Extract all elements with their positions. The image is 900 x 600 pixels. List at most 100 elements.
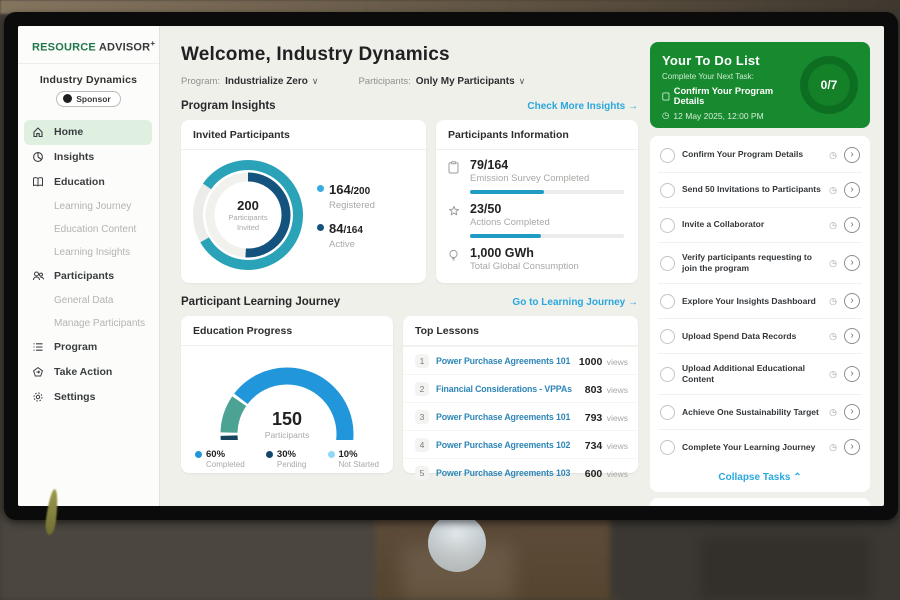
gauge-value-label: Participants [212, 430, 362, 440]
task-row-upload-educational-content[interactable]: Upload Additional Educational Content ◷ … [658, 354, 862, 395]
sidebar-item-learning-insights[interactable]: Learning Insights [18, 241, 159, 264]
actions-icon [448, 202, 461, 238]
clock-icon: ◷ [829, 443, 837, 452]
todo-summary-card: Your To Do List Complete Your Next Task:… [650, 42, 870, 128]
sidebar-subitem-label: Learning Insights [54, 247, 130, 258]
sidebar-item-take-action[interactable]: Take Action [18, 360, 159, 385]
lesson-link[interactable]: Financial Considerations - VPPAs [436, 384, 578, 394]
collapse-tasks-link[interactable]: Collapse Tasks ⌃ [658, 464, 862, 492]
sidebar-item-program[interactable]: Program [18, 335, 159, 360]
legend-item-active: 84/164 Active [317, 220, 375, 250]
task-open-button[interactable]: › [844, 293, 860, 309]
invited-count-label: Participants Invited [228, 213, 267, 233]
task-open-button[interactable]: › [844, 182, 860, 198]
todo-due-label: 12 May 2025, 12:00 PM [673, 111, 763, 121]
clock-icon: ◷ [829, 370, 837, 379]
task-checkbox[interactable] [660, 440, 675, 455]
sidebar-item-participants[interactable]: Participants [18, 264, 159, 289]
task-row-complete-learning-journey[interactable]: Complete Your Learning Journey ◷ › [658, 430, 862, 464]
chevron-down-icon: ∨ [312, 76, 319, 86]
todo-next-task[interactable]: Confirm Your Program Details [650, 81, 802, 106]
todo-progress-ring: 0/7 [800, 56, 858, 114]
org-name: Industry Dynamics [18, 74, 159, 86]
lesson-rank: 3 [415, 410, 429, 424]
sponsor-badge[interactable]: Sponsor [56, 91, 120, 107]
task-row-confirm-program[interactable]: Confirm Your Program Details ◷ › [658, 138, 862, 173]
task-checkbox[interactable] [660, 329, 675, 344]
sponsor-badge-label: Sponsor [76, 94, 110, 104]
task-open-button[interactable]: › [844, 255, 860, 271]
task-checkbox[interactable] [660, 405, 675, 420]
education-progress-card: Education Progress 150 Participants [181, 316, 393, 473]
arrow-right-icon: → [628, 297, 638, 308]
go-to-learning-journey-link[interactable]: Go to Learning Journey → [512, 297, 638, 308]
sidebar-item-settings[interactable]: Settings [18, 385, 159, 410]
task-row-verify-participants[interactable]: Verify participants requesting to join t… [658, 243, 862, 284]
task-doc-icon [662, 92, 670, 101]
sidebar-subitem-label: Learning Journey [54, 201, 131, 212]
lesson-rank: 5 [415, 466, 429, 480]
task-open-button[interactable]: › [844, 404, 860, 420]
lesson-row: 1 Power Purchase Agreements 101 1000 vie… [403, 346, 638, 374]
task-open-button[interactable]: › [844, 366, 860, 382]
lesson-link[interactable]: Power Purchase Agreements 103 [436, 468, 578, 478]
task-row-invite-collaborator[interactable]: Invite a Collaborator ◷ › [658, 208, 862, 243]
task-checkbox[interactable] [660, 148, 675, 163]
monitor-bezel: RESOURCE ADVISOR+ Industry Dynamics Spon… [4, 12, 898, 520]
app-logo[interactable]: RESOURCE ADVISOR+ [18, 26, 159, 64]
lesson-link[interactable]: Power Purchase Agreements 101 [436, 412, 578, 422]
lesson-rank: 4 [415, 438, 429, 452]
check-more-insights-link[interactable]: Check More Insights → [527, 101, 638, 112]
task-open-button[interactable]: › [844, 147, 860, 163]
sponsor-icon [63, 94, 72, 103]
task-checkbox[interactable] [660, 294, 675, 309]
todo-task-list: Confirm Your Program Details ◷ › Send 50… [650, 136, 870, 492]
sidebar-item-label: Participants [54, 270, 114, 282]
participants-filter[interactable]: Participants:Only My Participants∨ [358, 76, 525, 87]
app-screen: RESOURCE ADVISOR+ Industry Dynamics Spon… [18, 26, 884, 506]
education-book-icon [32, 176, 46, 188]
task-row-achieve-target[interactable]: Achieve One Sustainability Target ◷ › [658, 395, 862, 430]
task-checkbox[interactable] [660, 218, 675, 233]
task-row-send-invitations[interactable]: Send 50 Invitations to Participants ◷ › [658, 173, 862, 208]
lesson-row: 3 Power Purchase Agreements 101 793 view… [403, 402, 638, 430]
home-icon [32, 126, 46, 138]
sidebar-item-education-content[interactable]: Education Content [18, 218, 159, 241]
settings-gear-icon [32, 391, 46, 403]
sidebar-item-education[interactable]: Education [18, 170, 159, 195]
task-open-button[interactable]: › [844, 217, 860, 233]
take-action-icon [32, 366, 46, 378]
stat-emission-survey: 79/164 Emission Survey Completed [436, 150, 638, 194]
section-title: Participant Learning Journey [181, 296, 340, 308]
gauge-center-label: 150 Participants [212, 410, 362, 440]
task-checkbox[interactable] [660, 367, 675, 382]
invited-legend: 164/200 Registered 84/164 Active [317, 172, 375, 259]
sidebar-item-general-data[interactable]: General Data [18, 289, 159, 312]
todo-panel: Your To Do List Complete Your Next Task:… [650, 42, 870, 506]
task-checkbox[interactable] [660, 256, 675, 271]
learning-journey-header: Participant Learning Journey Go to Learn… [181, 296, 638, 308]
sidebar-item-home[interactable]: Home [24, 120, 152, 145]
lesson-views: 793 views [585, 408, 628, 426]
not-started-dot-icon [328, 451, 335, 458]
program-filter[interactable]: Program:Industrialize Zero∨ [181, 76, 318, 87]
chevron-down-icon: ∨ [519, 76, 526, 86]
sidebar-item-learning-journey[interactable]: Learning Journey [18, 195, 159, 218]
program-insights-cards: Invited Participants 200 Participant [181, 120, 638, 283]
stat-actions-completed: 23/50 Actions Completed [436, 194, 638, 238]
link-label: Check More Insights [527, 101, 625, 112]
chevron-right-icon: › [850, 257, 853, 268]
task-open-button[interactable]: › [844, 439, 860, 455]
task-label: Send 50 Invitations to Participants [682, 184, 822, 195]
task-row-explore-insights[interactable]: Explore Your Insights Dashboard ◷ › [658, 284, 862, 319]
task-open-button[interactable]: › [844, 328, 860, 344]
active-label: Active [329, 239, 363, 250]
clock-icon: ◷ [829, 408, 837, 417]
lesson-link[interactable]: Power Purchase Agreements 102 [436, 440, 578, 450]
sidebar-item-insights[interactable]: Insights [18, 145, 159, 170]
task-checkbox[interactable] [660, 183, 675, 198]
task-row-upload-spend-data[interactable]: Upload Spend Data Records ◷ › [658, 319, 862, 354]
lesson-link[interactable]: Power Purchase Agreements 101 [436, 356, 572, 366]
sidebar-item-manage-participants[interactable]: Manage Participants [18, 312, 159, 335]
task-label: Complete Your Learning Journey [682, 442, 822, 453]
